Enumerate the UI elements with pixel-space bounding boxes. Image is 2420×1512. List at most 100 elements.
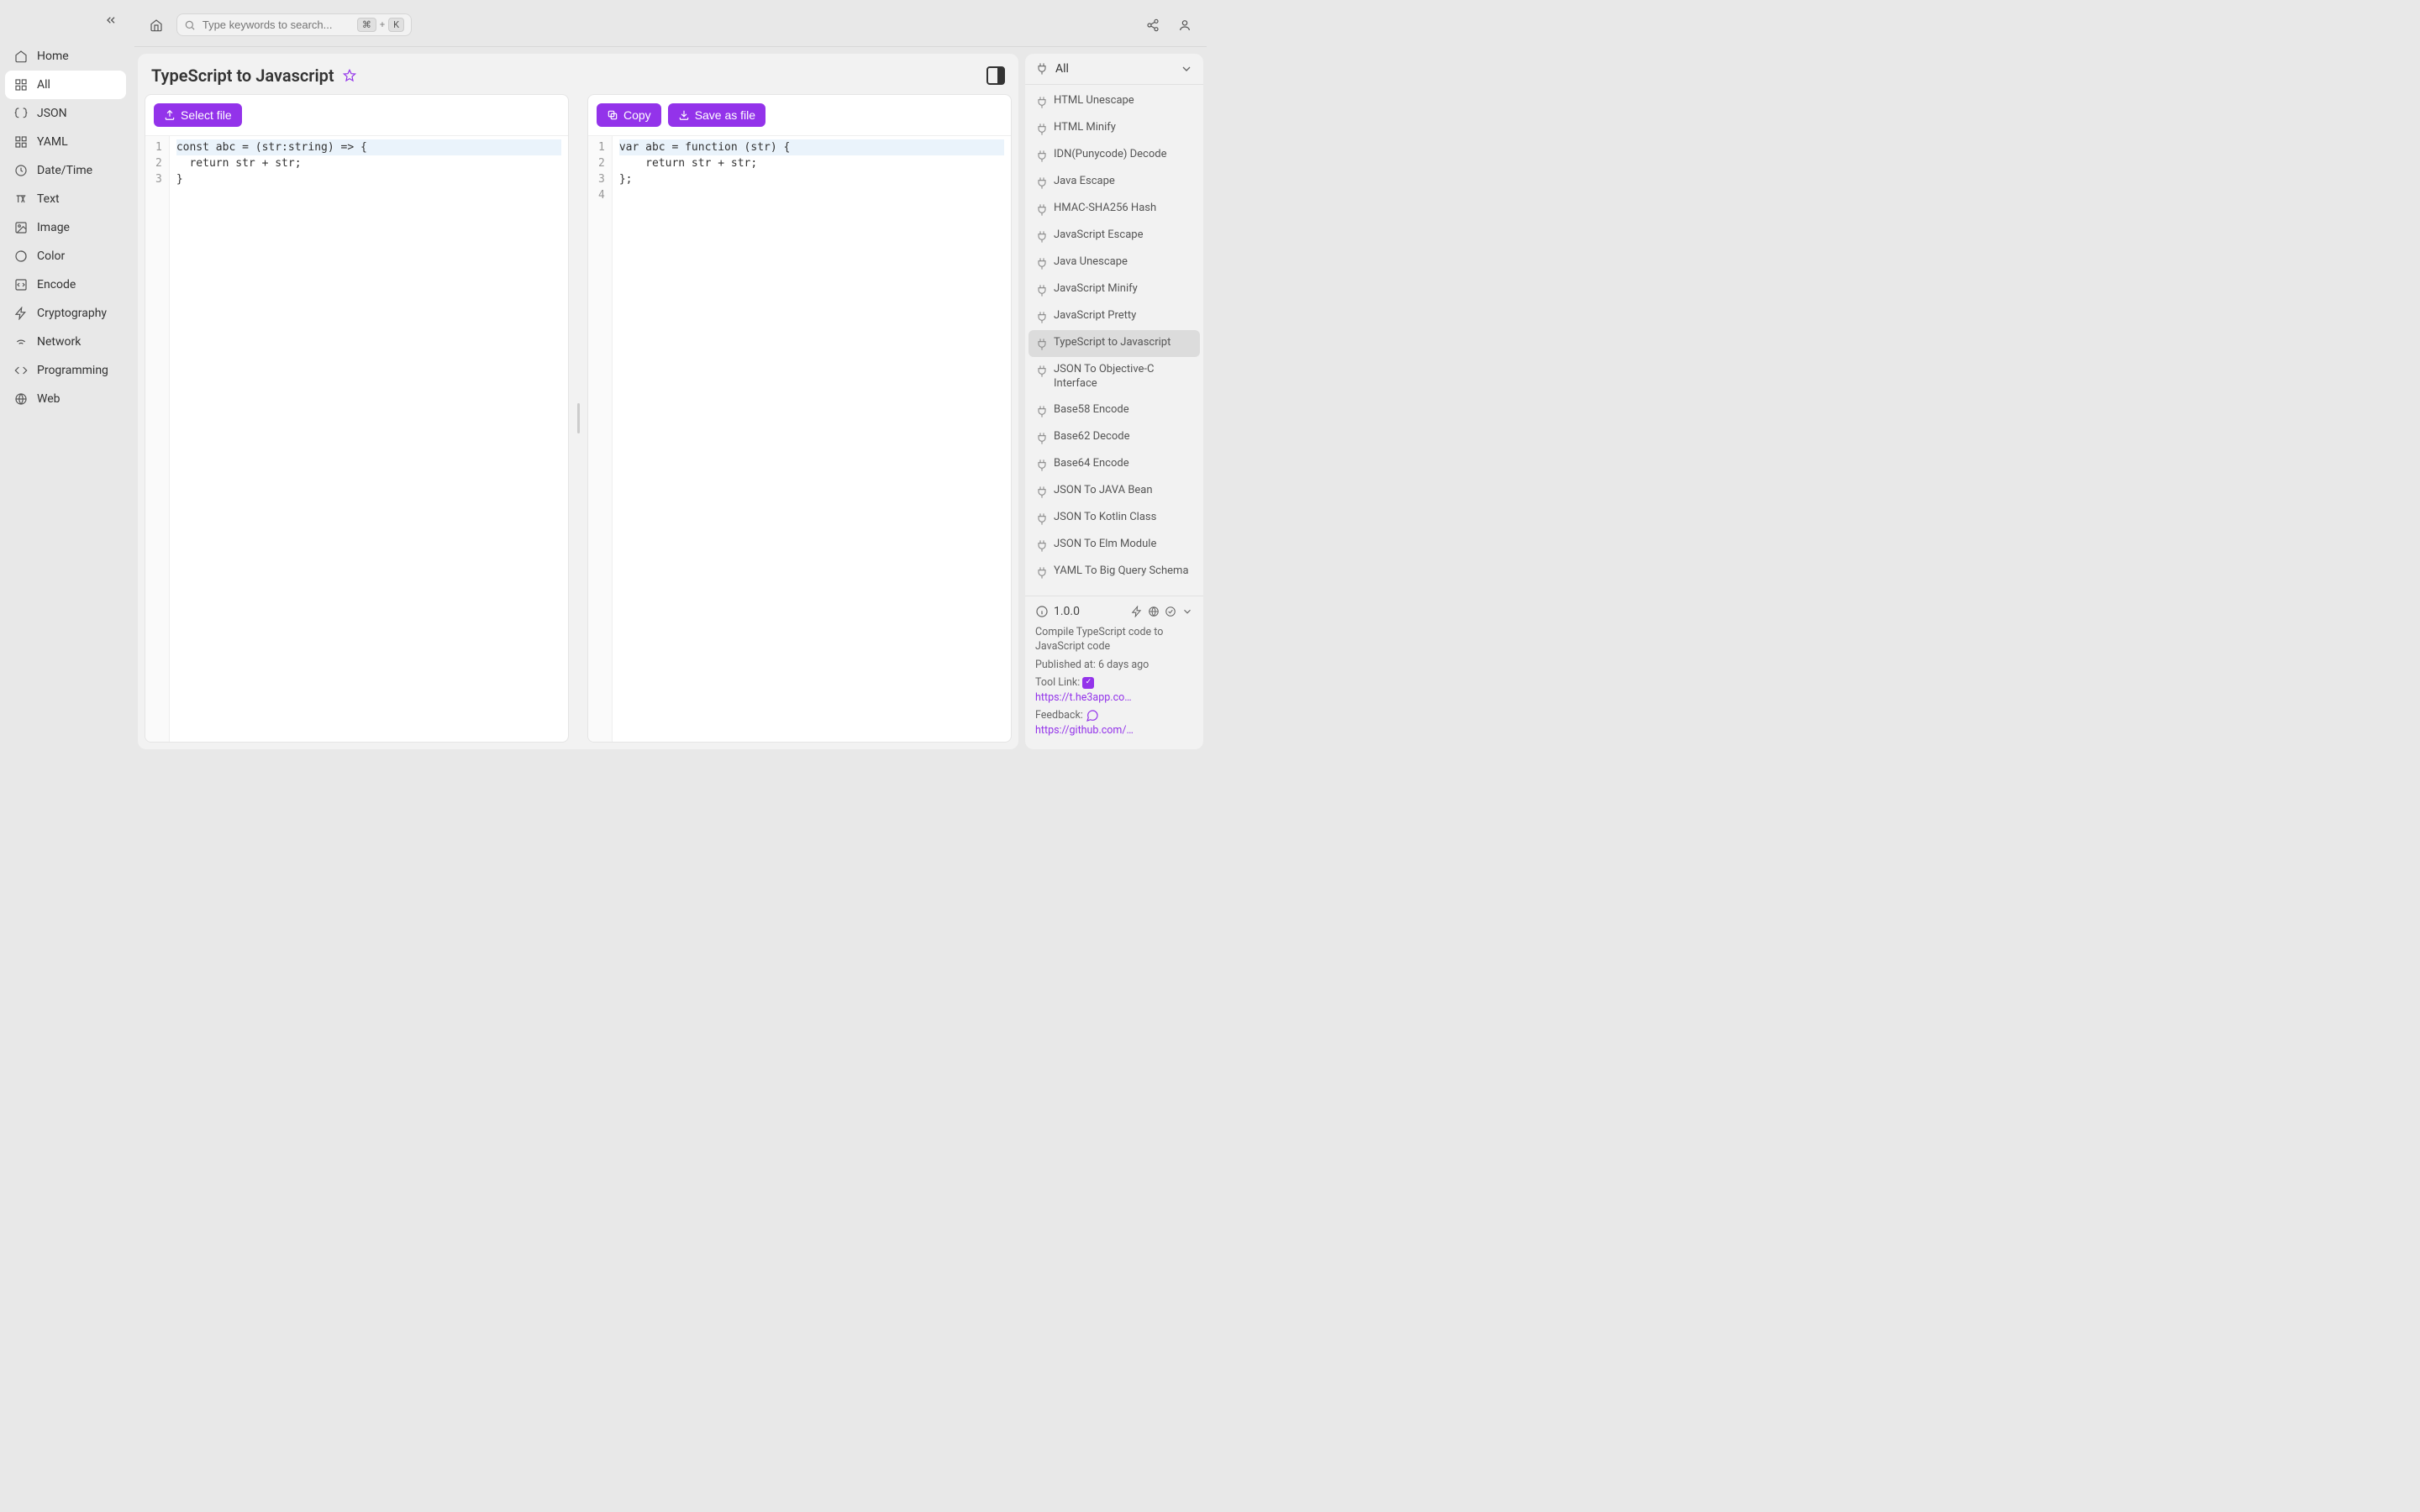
tool-item[interactable]: Base64 Encode xyxy=(1028,451,1200,478)
sidebar-item-label: Home xyxy=(37,50,69,63)
user-icon xyxy=(1178,18,1192,32)
kbd-plus: + xyxy=(380,19,385,30)
bolt-icon[interactable] xyxy=(1131,606,1143,617)
input-code-editor[interactable]: 123 const abc = (str:string) => { return… xyxy=(145,135,568,742)
tool-item-label: Java Unescape xyxy=(1054,255,1128,270)
sidebar-item-encode[interactable]: Encode xyxy=(5,270,126,299)
tool-item[interactable]: HTML Minify xyxy=(1028,115,1200,142)
sidebar-item-yaml[interactable]: YAML xyxy=(5,128,126,156)
tool-item[interactable]: JSON To Elm Module xyxy=(1028,532,1200,559)
tool-item[interactable]: HTML Unescape xyxy=(1028,88,1200,115)
main-area: ⌘ + K TypeScript to Javascript xyxy=(131,0,1210,756)
tool-item-label: JavaScript Minify xyxy=(1054,282,1138,297)
color-icon xyxy=(13,249,29,264)
shield-badge-icon: ✓ xyxy=(1082,677,1094,689)
info-published: Published at: 6 days ago xyxy=(1035,658,1193,673)
tool-item[interactable]: JSON To JAVA Bean xyxy=(1028,478,1200,505)
tool-item[interactable]: Base62 Decode xyxy=(1028,424,1200,451)
input-pane: Select file 123 const abc = (str:string)… xyxy=(145,94,569,743)
programming-icon xyxy=(13,363,29,378)
save-as-file-button[interactable]: Save as file xyxy=(668,103,765,127)
pane-resizer[interactable] xyxy=(576,94,581,743)
sidebar-item-home[interactable]: Home xyxy=(5,42,126,71)
sidebar-item-label: Network xyxy=(37,335,81,349)
search-box[interactable]: ⌘ + K xyxy=(176,13,412,36)
tool-item-label: IDN(Punycode) Decode xyxy=(1054,148,1166,162)
sidebar: Home AllJSONYAMLDate/Time Text Image ColorEn… xyxy=(0,0,131,756)
tool-item[interactable]: JSON To Kotlin Class xyxy=(1028,505,1200,532)
search-icon xyxy=(184,18,196,32)
tool-item[interactable]: JavaScript Minify xyxy=(1028,276,1200,303)
upload-icon xyxy=(164,109,176,121)
select-file-button[interactable]: Select file xyxy=(154,103,242,127)
copy-label: Copy xyxy=(623,108,651,122)
share-button[interactable] xyxy=(1141,13,1165,37)
home-icon xyxy=(13,49,29,64)
tool-item-label: TypeScript to Javascript xyxy=(1054,336,1171,350)
sidebar-item-datetime[interactable]: Date/Time xyxy=(5,156,126,185)
tool-item[interactable]: IDN(Punycode) Decode xyxy=(1028,142,1200,169)
sidebar-item-label: Image xyxy=(37,221,70,234)
sidebar-item-programming[interactable]: Programming xyxy=(5,356,126,385)
tool-item-label: Java Escape xyxy=(1054,175,1115,189)
home-button[interactable] xyxy=(145,13,168,37)
sidebar-item-label: Programming xyxy=(37,364,108,377)
tool-item[interactable]: HMAC-SHA256 Hash xyxy=(1028,196,1200,223)
info-feedback: Feedback: https://github.com/… xyxy=(1035,708,1193,738)
web-icon xyxy=(13,391,29,407)
sidebar-item-cryptography[interactable]: Cryptography xyxy=(5,299,126,328)
sidebar-item-all[interactable]: All xyxy=(5,71,126,99)
tool-item[interactable]: Java Unescape xyxy=(1028,249,1200,276)
output-code-viewer[interactable]: 1234 var abc = function (str) { return s… xyxy=(588,135,1011,742)
sidebar-item-label: Text xyxy=(37,192,60,206)
filter-dropdown[interactable]: All xyxy=(1025,54,1203,85)
feedback-link[interactable]: https://github.com/… xyxy=(1035,724,1134,737)
tool-item[interactable]: JavaScript Escape xyxy=(1028,223,1200,249)
user-button[interactable] xyxy=(1173,13,1197,37)
sidebar-item-color[interactable]: Color xyxy=(5,242,126,270)
layout-toggle-button[interactable] xyxy=(986,66,1005,85)
json-icon xyxy=(13,106,29,121)
encode-icon xyxy=(13,277,29,292)
tool-item-label: HTML Unescape xyxy=(1054,94,1134,108)
info-header: 1.0.0 xyxy=(1035,605,1193,618)
copy-button[interactable]: Copy xyxy=(597,103,661,127)
input-toolbar: Select file xyxy=(145,95,568,135)
tool-item[interactable]: YAML To Big Query Schema xyxy=(1028,559,1200,585)
tool-item[interactable]: JavaScript Pretty xyxy=(1028,303,1200,330)
sidebar-item-label: Web xyxy=(37,392,60,406)
search-input[interactable] xyxy=(203,18,350,31)
all-icon xyxy=(13,77,29,92)
tool-item[interactable]: TypeScript to Javascript xyxy=(1028,330,1200,357)
datetime-icon xyxy=(13,163,29,178)
check-circle-icon[interactable] xyxy=(1165,606,1176,617)
star-icon xyxy=(343,69,356,82)
sidebar-item-network[interactable]: Network xyxy=(5,328,126,356)
tool-item[interactable]: Base58 Encode xyxy=(1028,397,1200,424)
page-title: TypeScript to Javascript xyxy=(151,66,334,86)
sidebar-item-text[interactable]: Text xyxy=(5,185,126,213)
sidebar-item-image[interactable]: Image xyxy=(5,213,126,242)
text-icon xyxy=(13,192,29,207)
plug-icon xyxy=(1035,62,1049,76)
tool-item[interactable]: Java Escape xyxy=(1028,169,1200,196)
sidebar-item-json[interactable]: JSON xyxy=(5,99,126,128)
kbd-mod: ⌘ xyxy=(357,18,376,32)
collapse-sidebar-button[interactable] xyxy=(101,10,121,30)
tool-list[interactable]: HTML Unescape HTML Minify IDN(Punycode) De… xyxy=(1025,85,1203,596)
search-shortcut: ⌘ + K xyxy=(357,18,404,32)
tool-item-label: JavaScript Pretty xyxy=(1054,309,1136,323)
globe-icon[interactable] xyxy=(1148,606,1160,617)
chevron-down-icon[interactable] xyxy=(1181,606,1193,617)
favorite-button[interactable] xyxy=(343,69,356,82)
copy-icon xyxy=(607,109,618,121)
tool-item-label: JavaScript Escape xyxy=(1054,228,1143,243)
info-description: Compile TypeScript code to JavaScript co… xyxy=(1035,625,1193,654)
tool-link[interactable]: https://t.he3app.co… xyxy=(1035,691,1132,704)
tool-item[interactable]: JSON To Objective-C Interface xyxy=(1028,357,1200,397)
tool-item-label: HTML Minify xyxy=(1054,121,1116,135)
sidebar-item-web[interactable]: Web xyxy=(5,385,126,413)
select-file-label: Select file xyxy=(181,108,232,122)
chevron-down-icon xyxy=(1180,62,1193,76)
yaml-icon xyxy=(13,134,29,150)
